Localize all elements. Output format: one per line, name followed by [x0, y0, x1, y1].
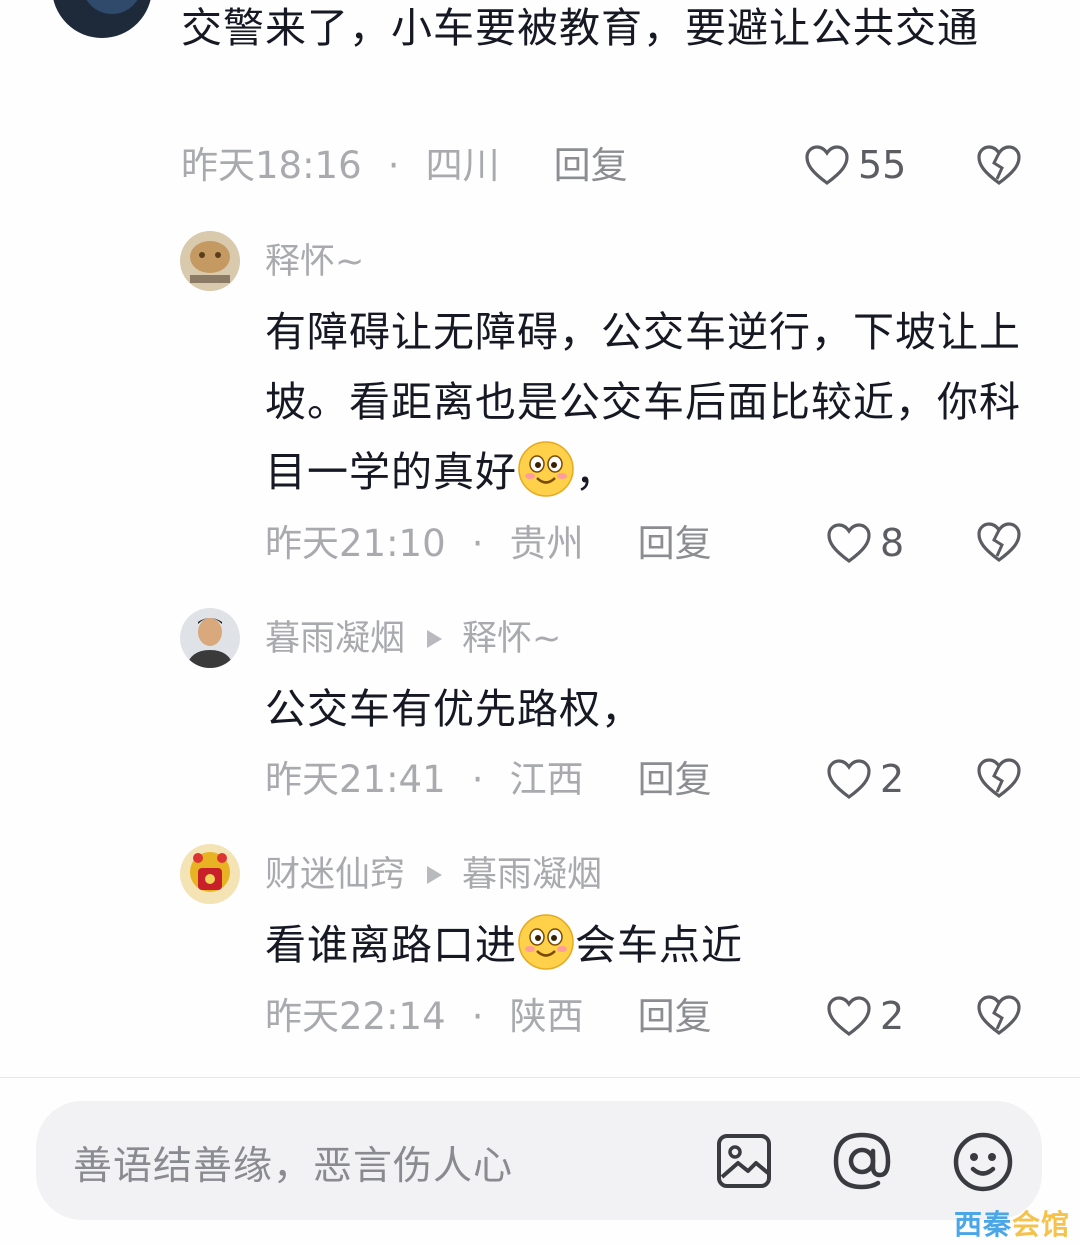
reply-button[interactable]: 回复 [638, 995, 712, 1038]
avatar[interactable] [180, 608, 240, 668]
reply-region: 陕西 [509, 995, 584, 1038]
like-button[interactable]: 55 [804, 137, 906, 193]
comment-input[interactable]: 善语结善缘，恶言伤人心 [36, 1101, 1042, 1220]
heart-outline-icon [827, 523, 871, 563]
divider [0, 1077, 1080, 1078]
comment-time: 昨天18:16 [181, 144, 362, 187]
separator-dot: · [471, 995, 484, 1038]
reply-username[interactable]: 财迷仙窍 暮雨凝烟 [265, 850, 602, 900]
heart-outline-icon [805, 145, 849, 185]
reply-button[interactable]: 回复 [554, 144, 628, 187]
like-count: 2 [880, 757, 905, 801]
broken-heart-icon [977, 758, 1021, 798]
reply-time: 昨天21:41 [265, 758, 446, 801]
reply-region: 江西 [509, 758, 584, 801]
heart-outline-icon [827, 759, 871, 799]
broken-heart-icon [977, 995, 1021, 1035]
reply-arrow-icon [427, 866, 443, 884]
separator-dot: · [387, 144, 400, 187]
at-icon[interactable] [832, 1131, 892, 1195]
dislike-button[interactable] [975, 143, 1023, 191]
broken-heart-icon [977, 522, 1021, 562]
reply-meta: 昨天22:14 · 陕西 回复 [265, 992, 712, 1042]
heart-outline-icon [827, 996, 871, 1036]
comment-region: 四川 [425, 144, 500, 187]
watermark: 西秦会馆 [953, 1208, 1070, 1241]
like-button[interactable]: 2 [826, 751, 904, 807]
like-button[interactable]: 8 [826, 515, 904, 571]
separator-dot: · [471, 522, 484, 565]
avatar[interactable] [180, 231, 240, 291]
reply-text: 公交车有优先路权， [265, 685, 643, 733]
comment-text: 交警来了，小车要被教育，要避让公共交通 [181, 4, 979, 52]
broken-heart-icon [977, 145, 1021, 185]
comment-meta: 昨天18:16 · 四川 回复 [181, 141, 628, 191]
reply-to-username[interactable]: 释怀~ [462, 619, 561, 659]
reply-time: 昨天21:10 [265, 522, 446, 565]
reply-text: 看谁离路口进 会车点近 [265, 910, 1045, 980]
reply-username[interactable]: 释怀~ [265, 237, 364, 287]
dislike-button[interactable] [975, 756, 1023, 804]
reply-button[interactable]: 回复 [638, 758, 712, 801]
reply-region: 贵州 [509, 522, 584, 565]
avatar[interactable] [52, 0, 152, 38]
separator-dot: · [471, 758, 484, 801]
reply-meta: 昨天21:10 · 贵州 回复 [265, 519, 712, 569]
avatar[interactable] [180, 844, 240, 904]
image-icon[interactable] [716, 1133, 772, 1193]
comment-input-placeholder[interactable]: 善语结善缘，恶言伤人心 [73, 1135, 513, 1191]
reply-text: 有障碍让无障碍，公交车逆行，下坡让上坡。看距离也是公交车后面比较近，你科目一学的… [265, 308, 1021, 497]
reply-to-username[interactable]: 暮雨凝烟 [462, 855, 602, 895]
reply-time: 昨天22:14 [265, 995, 446, 1038]
smile-emoji-icon [518, 441, 574, 497]
like-count: 55 [858, 143, 907, 187]
reply-arrow-icon [427, 630, 443, 648]
dislike-button[interactable] [975, 993, 1023, 1041]
emoji-icon[interactable] [952, 1131, 1014, 1197]
like-count: 8 [880, 521, 905, 565]
reply-username[interactable]: 暮雨凝烟 释怀~ [265, 614, 561, 664]
like-button[interactable]: 2 [826, 988, 904, 1044]
like-count: 2 [880, 994, 905, 1038]
reply-meta: 昨天21:41 · 江西 回复 [265, 755, 712, 805]
dislike-button[interactable] [975, 520, 1023, 568]
reply-button[interactable]: 回复 [638, 522, 712, 565]
smile-emoji-icon [518, 914, 574, 970]
